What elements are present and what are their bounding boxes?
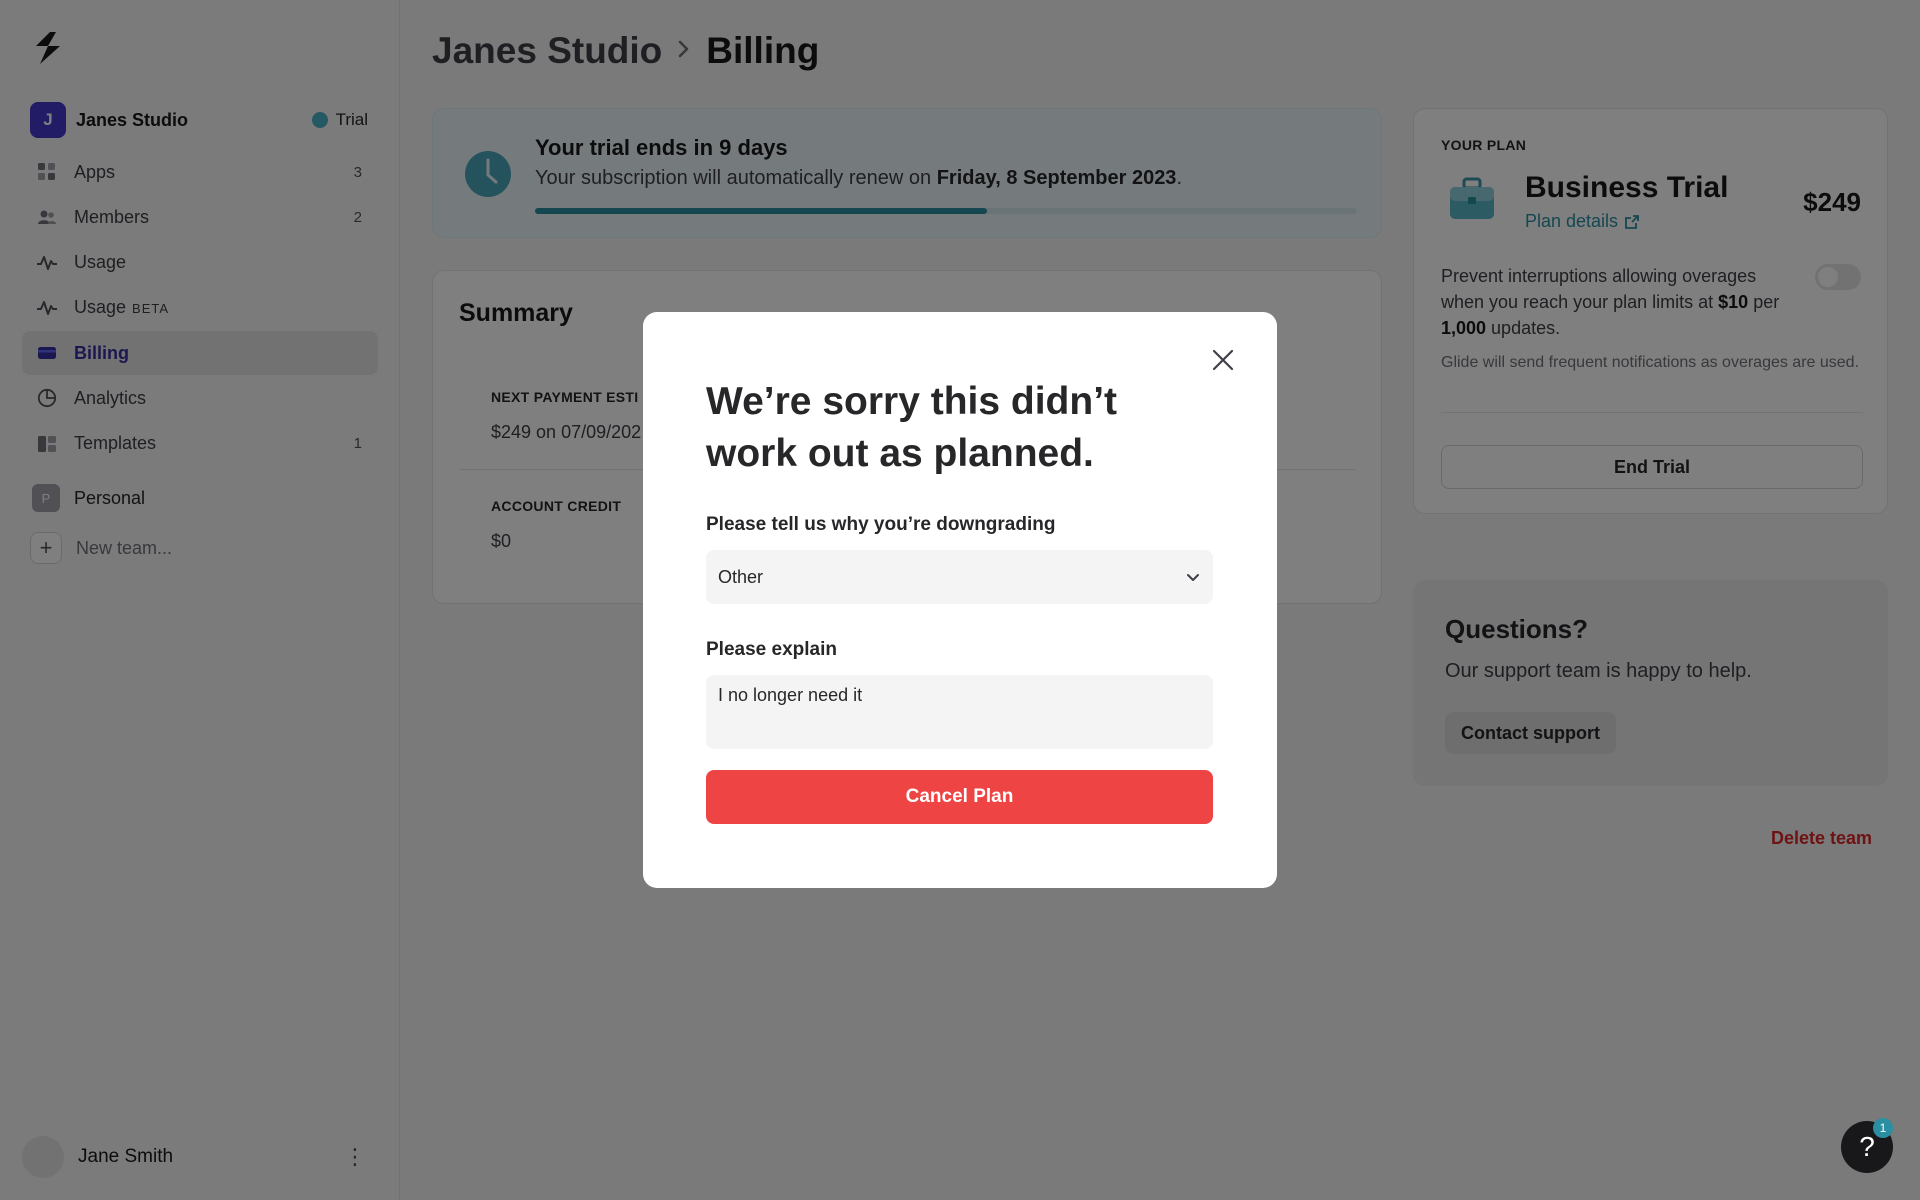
chevron-down-icon <box>1187 574 1199 581</box>
downgrade-modal: We’re sorry this didn’t work out as plan… <box>643 312 1277 888</box>
reason-select[interactable]: Other <box>706 550 1213 604</box>
reason-label: Please tell us why you’re downgrading <box>706 514 1056 535</box>
modal-title: We’re sorry this didn’t work out as plan… <box>706 380 1118 475</box>
explain-label: Please explain <box>706 639 837 660</box>
help-notification-badge: 1 <box>1873 1118 1893 1138</box>
reason-select-value: Other <box>718 566 764 587</box>
explain-textarea[interactable]: I no longer need it <box>706 675 1213 749</box>
question-mark-icon: ? <box>1859 1131 1875 1162</box>
close-icon[interactable] <box>1207 344 1239 376</box>
cancel-plan-button[interactable]: Cancel Plan <box>706 770 1213 824</box>
